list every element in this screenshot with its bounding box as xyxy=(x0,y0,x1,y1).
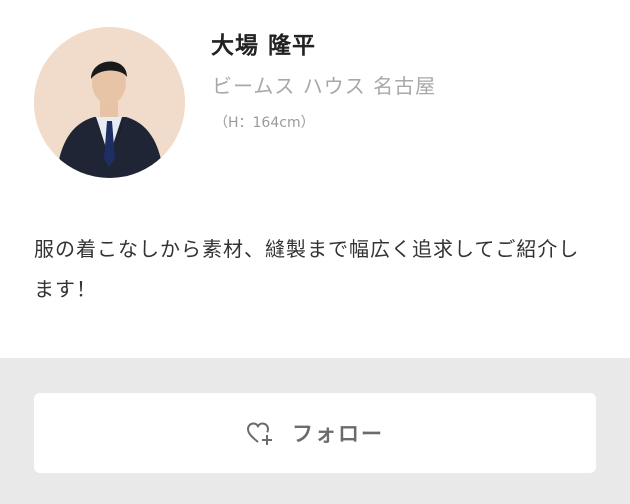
staff-bio: 服の着こなしから素材、縫製まで幅広く追求してご紹介します！ xyxy=(34,237,580,301)
follow-button-label: フォロー xyxy=(292,422,384,446)
follow-button[interactable]: フォロー xyxy=(34,393,596,473)
staff-profile-card: 大場 隆平 ビームス ハウス 名古屋 （H：164cm） 服の着こなしから素材、… xyxy=(0,0,630,358)
heart-plus-icon xyxy=(246,420,274,446)
action-area: フォロー xyxy=(0,358,630,504)
staff-name: 大場 隆平 xyxy=(211,33,317,59)
avatar xyxy=(34,27,185,178)
avatar-photo xyxy=(34,27,185,178)
staff-height: （H：164cm） xyxy=(214,115,315,131)
shop-name[interactable]: ビームス ハウス 名古屋 xyxy=(212,70,436,99)
